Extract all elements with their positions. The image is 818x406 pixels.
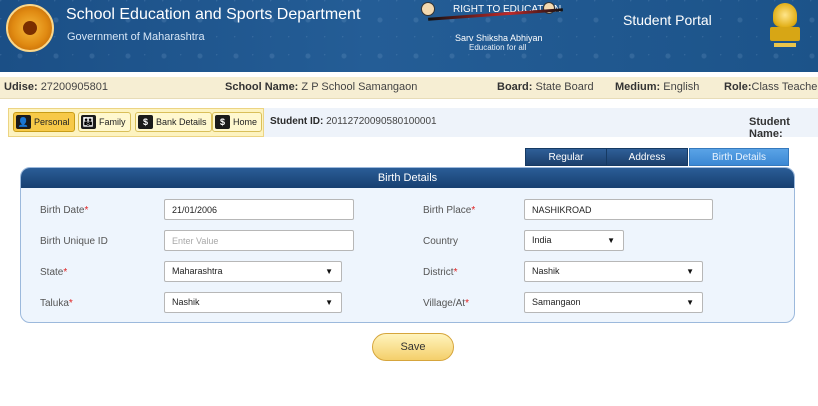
country-value: India bbox=[532, 235, 552, 245]
role-label: Role: bbox=[724, 81, 752, 93]
board-value: State Board bbox=[535, 81, 594, 93]
taluka-label: Taluka* bbox=[40, 298, 73, 309]
subtab-regular[interactable]: Regular bbox=[525, 148, 607, 166]
dropdown-arrow-icon: ▼ bbox=[686, 267, 694, 276]
required-marker: * bbox=[84, 205, 89, 216]
government-subtitle: Government of Maharashtra bbox=[67, 31, 205, 43]
birth-details-panel: Birth Details Birth Date* Birth Place* B… bbox=[20, 167, 795, 323]
school-info-bar: Udise: 27200905801 School Name: Z P Scho… bbox=[0, 77, 818, 99]
village-label-text: Village/At bbox=[423, 298, 466, 309]
tab-label: Bank Details bbox=[156, 117, 207, 127]
birth-date-label: Birth Date* bbox=[40, 205, 88, 216]
birth-date-input[interactable] bbox=[164, 199, 354, 220]
dropdown-arrow-icon: ▼ bbox=[686, 298, 694, 307]
child-icon bbox=[421, 2, 435, 16]
student-id-label: Student ID: bbox=[270, 116, 324, 127]
taluka-value: Nashik bbox=[172, 297, 200, 307]
family-icon: 👪 bbox=[81, 115, 96, 129]
dropdown-arrow-icon: ▼ bbox=[325, 267, 333, 276]
emblem-base-shape bbox=[770, 27, 800, 41]
school-label: School Name: bbox=[225, 81, 299, 93]
district-value: Nashik bbox=[532, 266, 560, 276]
medium-label: Medium: bbox=[615, 81, 661, 93]
school-info: School Name: Z P School Samangaon bbox=[225, 81, 417, 93]
birth-unique-id-label: Birth Unique ID bbox=[40, 236, 108, 247]
village-select[interactable]: Samangaon ▼ bbox=[524, 292, 703, 313]
role-value: Class Teacher bbox=[751, 81, 818, 93]
ashoka-emblem-icon bbox=[768, 3, 802, 51]
village-label: Village/At* bbox=[423, 298, 469, 309]
required-marker: * bbox=[63, 267, 68, 278]
subtab-birth-details[interactable]: Birth Details bbox=[689, 148, 789, 166]
rte-logo: RIGHT TO EDUCATION Sarv Shiksha Abhiyan … bbox=[413, 0, 563, 60]
lion-capital-shape bbox=[773, 3, 797, 27]
student-name-label: Student Name: bbox=[749, 116, 790, 140]
portal-title: Student Portal bbox=[623, 12, 712, 28]
district-label: District* bbox=[423, 267, 457, 278]
udise-value: 27200905801 bbox=[40, 81, 108, 93]
maharashtra-emblem-icon bbox=[6, 4, 54, 52]
school-value: Z P School Samangaon bbox=[301, 81, 418, 93]
birth-place-label: Birth Place* bbox=[423, 205, 475, 216]
dollar-icon: $ bbox=[215, 115, 230, 129]
save-button[interactable]: Save bbox=[372, 333, 454, 361]
required-marker: * bbox=[465, 298, 469, 309]
state-select[interactable]: Maharashtra ▼ bbox=[164, 261, 342, 282]
udise-label: Udise: bbox=[4, 81, 38, 93]
country-label: Country bbox=[423, 236, 459, 247]
page-header: School Education and Sports Department G… bbox=[0, 0, 818, 72]
taluka-label-text: Taluka bbox=[40, 298, 69, 309]
tab-home[interactable]: $ Home bbox=[212, 112, 263, 132]
dropdown-arrow-icon: ▼ bbox=[607, 236, 615, 245]
required-marker: * bbox=[453, 267, 458, 278]
tab-label: Family bbox=[99, 117, 126, 127]
required-marker: * bbox=[471, 205, 476, 216]
panel-title: Birth Details bbox=[21, 168, 794, 188]
tab-family[interactable]: 👪 Family bbox=[78, 112, 131, 132]
dollar-icon: $ bbox=[138, 115, 153, 129]
rte-subtitle: Sarv Shiksha Abhiyan bbox=[455, 33, 543, 43]
birth-place-input[interactable] bbox=[524, 199, 713, 220]
country-select[interactable]: India ▼ bbox=[524, 230, 624, 251]
board-info: Board: State Board bbox=[497, 81, 594, 93]
state-value: Maharashtra bbox=[172, 266, 223, 276]
tab-label: Home bbox=[233, 117, 258, 127]
rte-tagline: Education for all bbox=[469, 43, 527, 52]
district-select[interactable]: Nashik ▼ bbox=[524, 261, 703, 282]
tab-personal[interactable]: 👤 Personal bbox=[13, 112, 75, 132]
required-marker: * bbox=[68, 298, 73, 309]
person-icon: 👤 bbox=[16, 115, 31, 129]
state-label-text: State bbox=[40, 267, 64, 278]
medium-info: Medium: English bbox=[615, 81, 699, 93]
board-label: Board: bbox=[497, 81, 533, 93]
subtab-address[interactable]: Address bbox=[606, 148, 688, 166]
state-label: State* bbox=[40, 267, 67, 278]
student-id: Student ID: 20112720090580100001 bbox=[270, 116, 437, 127]
village-value: Samangaon bbox=[532, 297, 581, 307]
tab-label: Personal bbox=[34, 117, 70, 127]
taluka-select[interactable]: Nashik ▼ bbox=[164, 292, 342, 313]
role-info: Role:Class Teacher bbox=[724, 81, 818, 93]
medium-value: English bbox=[663, 81, 700, 93]
tab-bank-details[interactable]: $ Bank Details bbox=[135, 112, 212, 132]
dropdown-arrow-icon: ▼ bbox=[325, 298, 333, 307]
district-label-text: District bbox=[423, 267, 454, 278]
emblem-motto-shape bbox=[774, 43, 796, 47]
student-tab-strip: 👤 Personal 👪 Family $ Bank Details $ Hom… bbox=[8, 108, 818, 140]
student-id-value: 20112720090580100001 bbox=[326, 116, 437, 127]
birth-place-label-text: Birth Place bbox=[423, 205, 472, 216]
udise-info: Udise: 27200905801 bbox=[4, 81, 108, 93]
birth-date-label-text: Birth Date bbox=[40, 205, 85, 216]
department-title: School Education and Sports Department bbox=[66, 6, 361, 23]
birth-unique-id-input[interactable] bbox=[164, 230, 354, 251]
